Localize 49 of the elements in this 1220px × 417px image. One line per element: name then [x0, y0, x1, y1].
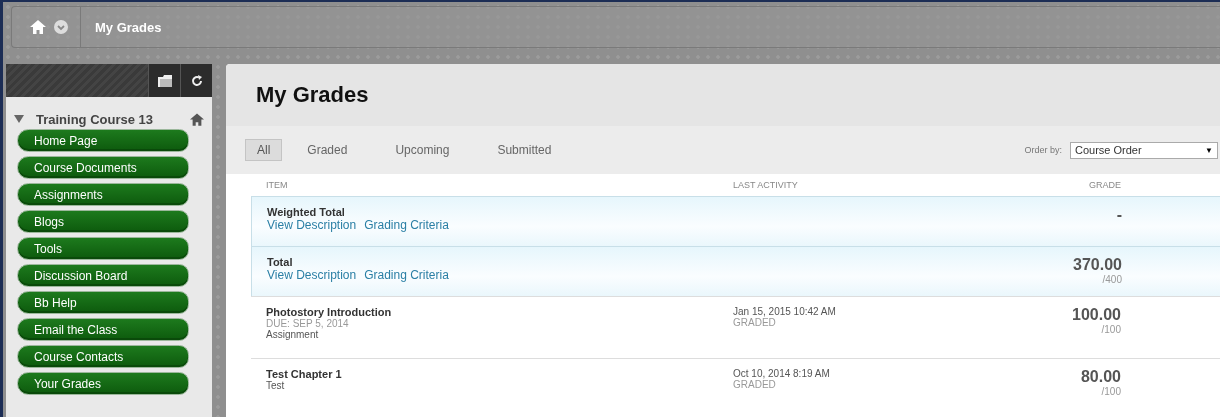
grade-status: GRADED: [733, 317, 777, 328]
order-by-dropdown[interactable]: Course Order ▼: [1070, 141, 1218, 159]
item-title: Test Chapter 1: [266, 368, 343, 380]
due-date: DUE: SEP 5, 2014: [266, 318, 350, 329]
course-menu-item[interactable]: Email the Class: [17, 318, 189, 341]
filter-tab[interactable]: Upcoming: [384, 140, 461, 160]
grade-value: 370.00: [1073, 256, 1122, 274]
course-menu-item[interactable]: Bb Help: [17, 291, 189, 314]
item-type: Test: [266, 380, 286, 391]
item-type: Assignment: [266, 329, 320, 340]
points-possible: /100: [1101, 324, 1121, 335]
order-by-label: Order by:: [1024, 145, 1062, 155]
grade-status: GRADED: [733, 379, 777, 390]
item-link[interactable]: View Description: [267, 268, 357, 282]
refresh-icon[interactable]: [180, 64, 212, 97]
points-possible: /400: [1102, 274, 1122, 285]
course-menu-item[interactable]: Blogs: [17, 210, 189, 233]
item-title: Photostory Introduction: [266, 306, 393, 318]
activity-date: Jan 15, 2015 10:42 AM: [733, 306, 837, 317]
filter-tab[interactable]: Graded: [296, 140, 359, 160]
home-icon[interactable]: [30, 20, 46, 34]
course-title[interactable]: Training Course 13: [36, 111, 190, 127]
expand-triangle-icon[interactable]: [14, 115, 24, 123]
course-menu-item[interactable]: Course Contacts: [17, 345, 189, 368]
course-menu-item[interactable]: Home Page: [17, 129, 189, 152]
item-link[interactable]: Grading Criteria: [364, 218, 449, 232]
column-header: ITEM: [265, 180, 289, 190]
column-header: LAST ACTIVITY: [733, 180, 799, 190]
chevron-down-icon[interactable]: [54, 20, 68, 34]
filter-tab[interactable]: All: [245, 139, 283, 161]
column-header: GRADE: [1088, 180, 1121, 190]
folder-icon[interactable]: [148, 64, 180, 97]
points-possible: /100: [1101, 386, 1121, 397]
course-menu-item[interactable]: Assignments: [17, 183, 189, 206]
filter-tab[interactable]: Submitted: [486, 140, 563, 160]
grade-value: 80.00: [1080, 368, 1121, 386]
home-icon[interactable]: [190, 112, 204, 126]
course-menu-item[interactable]: Tools: [17, 237, 189, 260]
grade-value: -: [1116, 206, 1122, 224]
page-title: My Grades: [256, 82, 369, 108]
activity-date: Oct 10, 2014 8:19 AM: [733, 368, 831, 379]
item-link[interactable]: View Description: [267, 218, 357, 232]
item-title: Weighted Total: [267, 206, 346, 218]
item-title: Total: [267, 256, 294, 268]
grade-value: 100.00: [1072, 306, 1121, 324]
course-menu-item[interactable]: Your Grades: [17, 372, 189, 395]
course-menu-item[interactable]: Discussion Board: [17, 264, 189, 287]
item-link[interactable]: Grading Criteria: [364, 268, 449, 282]
course-menu-item[interactable]: Course Documents: [17, 156, 189, 179]
